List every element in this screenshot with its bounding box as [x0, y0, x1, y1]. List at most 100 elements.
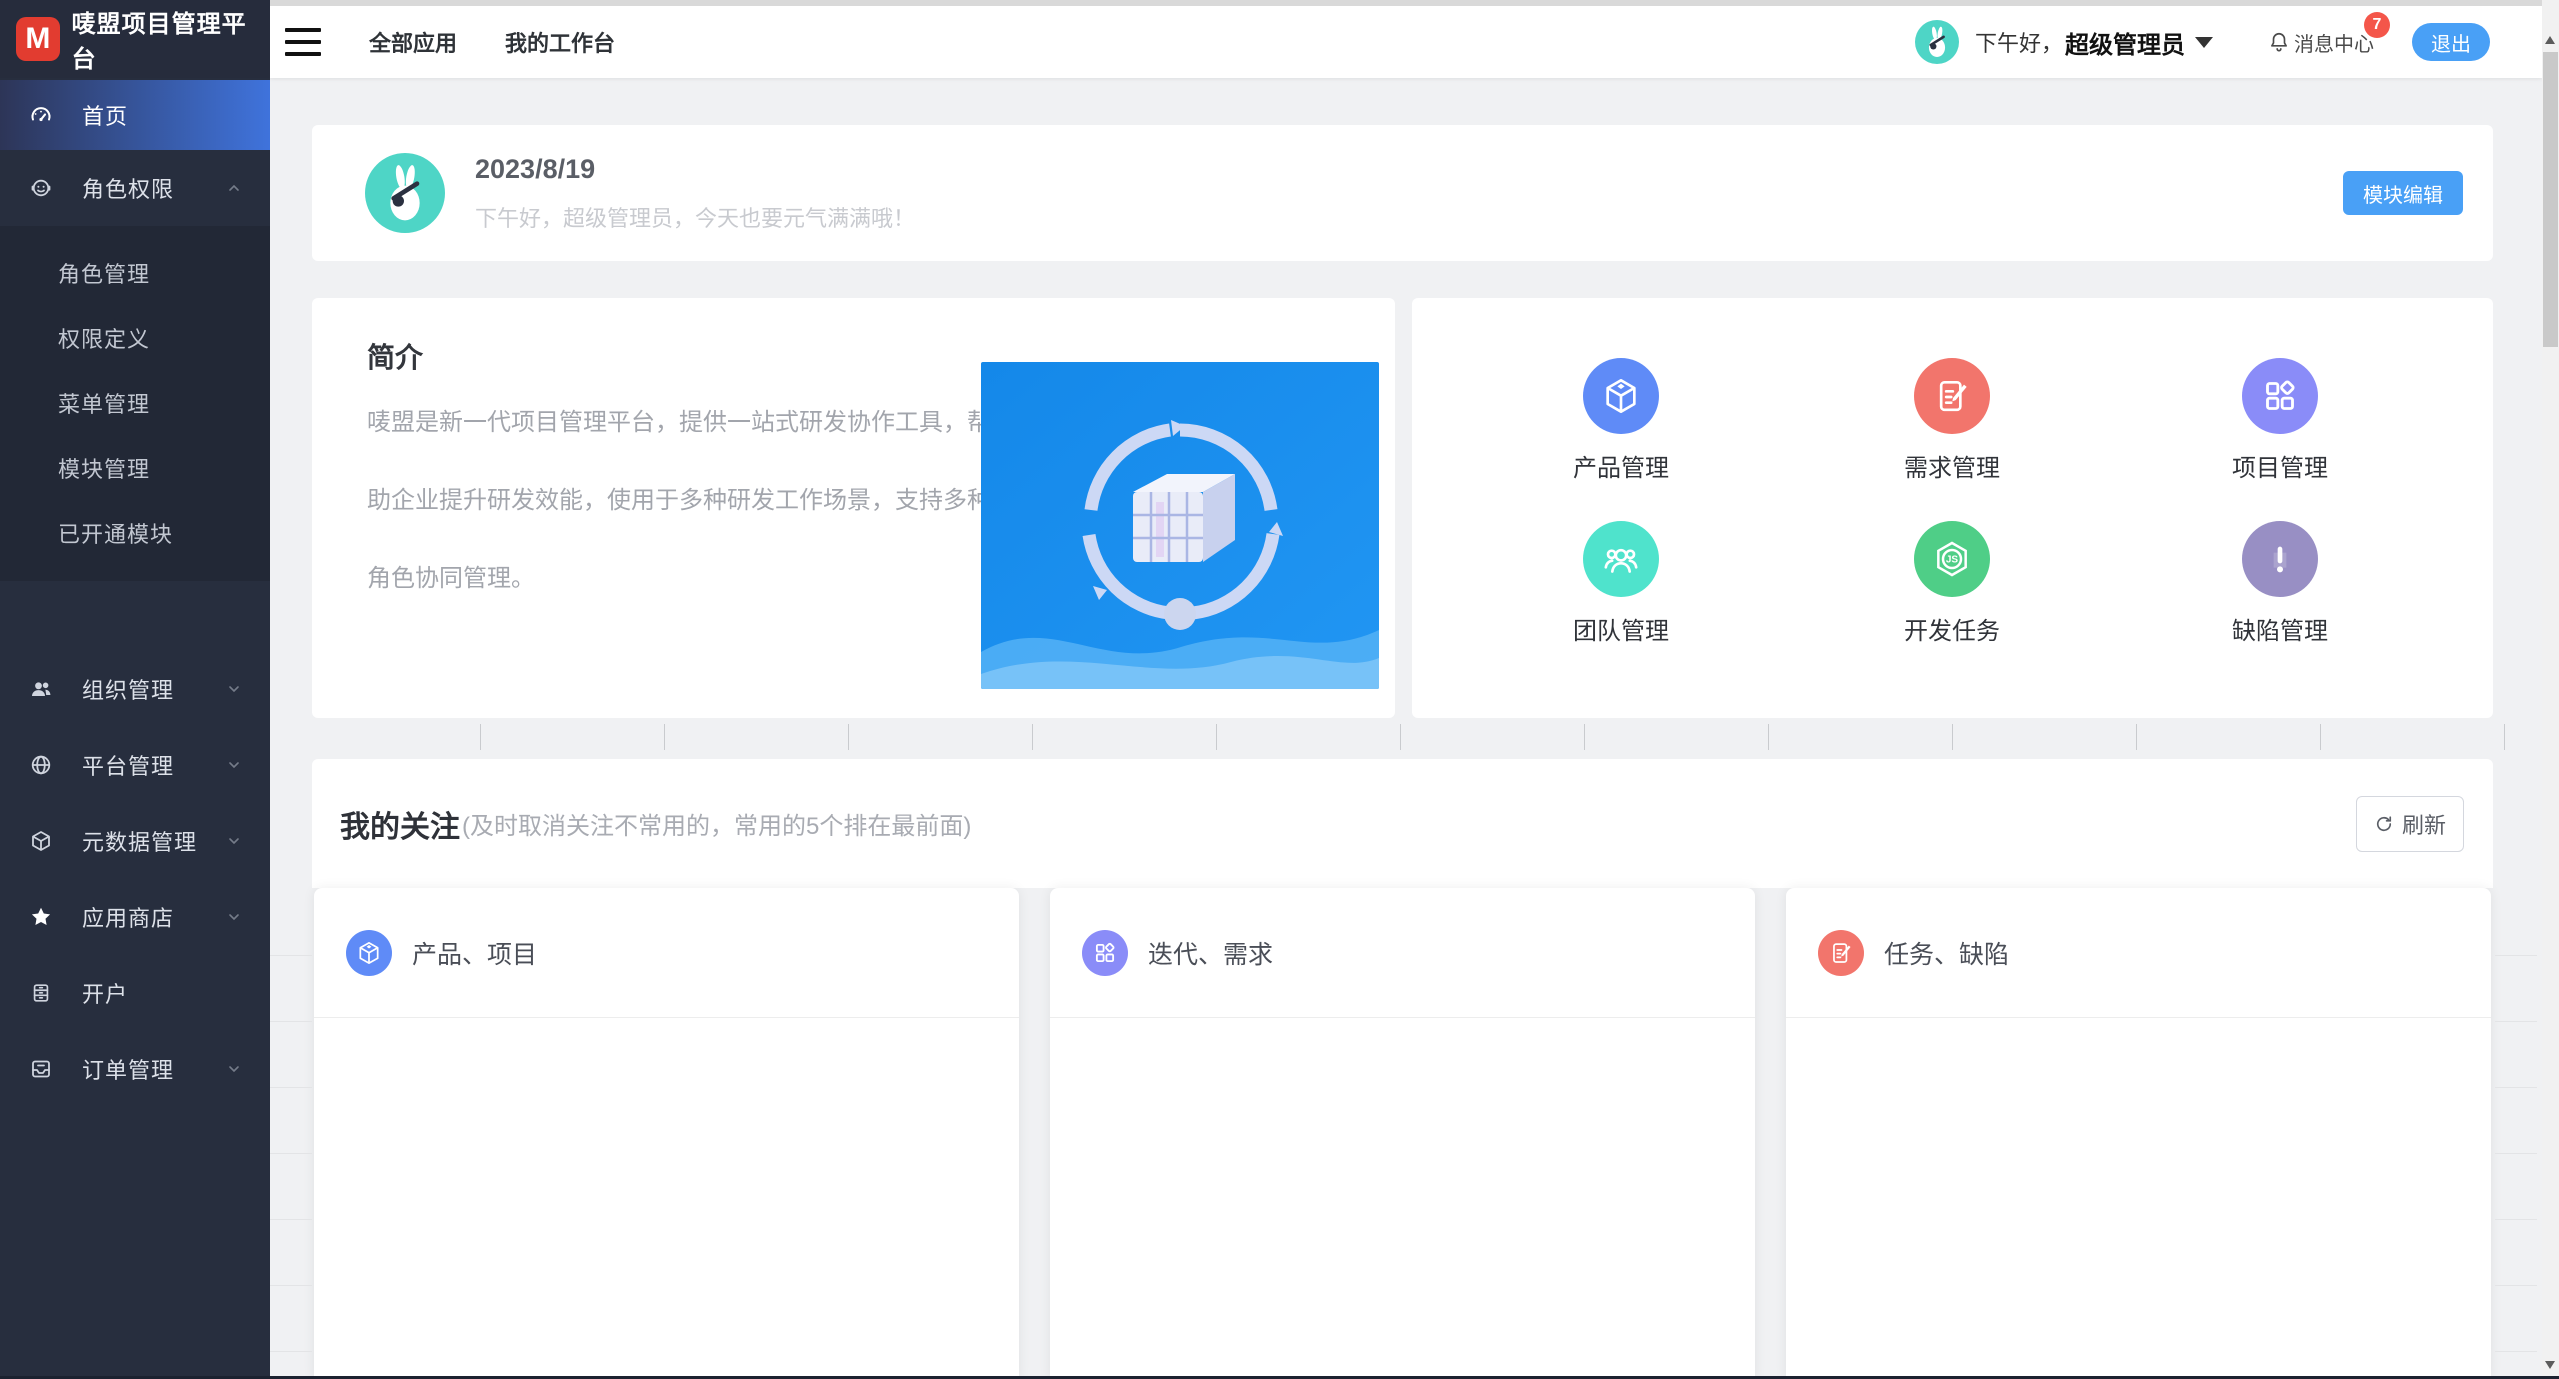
refresh-button[interactable]: 刷新 [2356, 796, 2464, 852]
module-label: 团队管理 [1573, 611, 1669, 646]
sidebar-subitem-module-management[interactable]: 模块管理 [0, 435, 270, 500]
sidebar-item-label: 元数据管理 [82, 825, 197, 857]
brand-title: 唛盟项目管理平台 [72, 4, 270, 74]
sidebar-item-account-opening[interactable]: 开户 [0, 955, 270, 1031]
intro-illustration [981, 362, 1379, 689]
sidebar-subitem-label: 已开通模块 [58, 517, 173, 549]
module-label: 项目管理 [2232, 448, 2328, 483]
follow-card-header: 产品、项目 [314, 888, 1019, 1018]
welcome-card: 2023/8/19 下午好，超级管理员，今天也要元气满满哦！ 模块编辑 [312, 125, 2493, 261]
module-product-management[interactable]: 产品管理 [1521, 358, 1721, 483]
chevron-down-icon [226, 1061, 242, 1077]
username: 超级管理员 [2065, 25, 2185, 60]
user-avatar[interactable] [1915, 20, 1959, 64]
caret-down-icon [2195, 37, 2213, 48]
team-icon [1583, 521, 1659, 597]
sidebar-item-label: 角色权限 [82, 172, 174, 204]
follow-card-title: 产品、项目 [412, 935, 537, 971]
modules-card: 产品管理 需求管理 [1412, 298, 2493, 718]
refresh-icon [2374, 814, 2394, 834]
components-icon [1082, 930, 1128, 976]
welcome-message: 下午好，超级管理员，今天也要元气满满哦！ [475, 201, 915, 233]
grid-row-guides-right [2495, 890, 2537, 1368]
module-label: 开发任务 [1904, 611, 2000, 646]
brand-logo: M [16, 17, 60, 61]
globe-icon [28, 752, 54, 778]
sidebar-subitem-menu-management[interactable]: 菜单管理 [0, 370, 270, 435]
message-badge: 7 [2364, 12, 2390, 38]
chevron-down-icon [226, 757, 242, 773]
tab-all-apps[interactable]: 全部应用 [369, 26, 457, 58]
cube-icon [346, 930, 392, 976]
star-icon [28, 904, 54, 930]
sidebar-item-label: 订单管理 [82, 1053, 174, 1085]
robot-face-icon [28, 175, 54, 201]
intro-card: 简介 唛盟是新一代项目管理平台，提供一站式研发协作工具，帮助企业提升研发效能，使… [312, 298, 1395, 718]
sidebar-item-label: 应用商店 [82, 901, 174, 933]
follow-card-title: 迭代、需求 [1148, 935, 1273, 971]
intro-title: 简介 [367, 336, 423, 376]
bell-icon [2268, 31, 2290, 53]
module-requirement-management[interactable]: 需求管理 [1852, 358, 2052, 483]
scrollbar-thumb[interactable] [2543, 52, 2558, 347]
brand-logo-letter: M [25, 22, 50, 56]
sidebar-subitem-role-management[interactable]: 角色管理 [0, 240, 270, 305]
sidebar-subitem-opened-modules[interactable]: 已开通模块 [0, 500, 270, 565]
module-project-management[interactable]: 项目管理 [2180, 358, 2380, 483]
sidebar-submenu-roles: 角色管理 权限定义 菜单管理 模块管理 已开通模块 [0, 226, 270, 581]
svg-text:JS: JS [1946, 555, 1959, 566]
scrollbar-down-arrow-icon[interactable] [2545, 1361, 2555, 1369]
follow-card-header: 迭代、需求 [1050, 888, 1755, 1018]
chevron-down-icon [226, 909, 242, 925]
people-icon [28, 676, 54, 702]
message-center[interactable]: 消息中心 7 [2268, 28, 2374, 57]
main-content: 2023/8/19 下午好，超级管理员，今天也要元气满满哦！ 模块编辑 简介 唛… [270, 78, 2537, 1379]
chevron-up-icon [226, 180, 242, 196]
module-defect-management[interactable]: 缺陷管理 [2180, 521, 2380, 646]
hamburger-menu-icon[interactable] [285, 28, 321, 56]
sidebar-item-home[interactable]: 首页 [0, 80, 270, 150]
sidebar-item-metadata[interactable]: 元数据管理 [0, 803, 270, 879]
exclamation-icon [2242, 521, 2318, 597]
sidebar-item-appstore[interactable]: 应用商店 [0, 879, 270, 955]
sidebar-item-label: 开户 [82, 977, 128, 1009]
inbox-tray-icon [28, 1056, 54, 1082]
dashboard-icon [28, 102, 54, 128]
intro-paragraph: 唛盟是新一代项目管理平台，提供一站式研发协作工具，帮助企业提升研发效能，使用于多… [367, 384, 1007, 618]
module-dev-tasks[interactable]: JS 开发任务 [1852, 521, 2052, 646]
follow-card-title: 任务、缺陷 [1884, 935, 2009, 971]
tab-my-workbench[interactable]: 我的工作台 [505, 26, 615, 58]
brand-header: M 唛盟项目管理平台 [0, 0, 270, 78]
cube-icon [1583, 358, 1659, 434]
sidebar-item-platform[interactable]: 平台管理 [0, 727, 270, 803]
chevron-down-icon [226, 833, 242, 849]
document-pencil-icon [1914, 358, 1990, 434]
greeting-prefix: 下午好， [1975, 26, 2063, 58]
sidebar-item-label: 首页 [82, 99, 128, 131]
scrollbar-up-arrow-icon[interactable] [2545, 36, 2555, 44]
follow-section-header: 我的关注 (及时取消关注不常用的，常用的5个排在最前面) 刷新 [312, 759, 2493, 888]
sidebar-spacer [0, 581, 270, 651]
topbar: 全部应用 我的工作台 下午好，超级管理员 [270, 0, 2542, 78]
refresh-label: 刷新 [2402, 808, 2446, 840]
vertical-scrollbar[interactable] [2542, 0, 2559, 1379]
grid-row-guides-left [270, 890, 312, 1368]
app-window: M 唛盟项目管理平台 首页 [0, 0, 2559, 1379]
message-center-label: 消息中心 [2294, 28, 2374, 57]
logout-button[interactable]: 退出 [2412, 23, 2490, 61]
sidebar-item-orders[interactable]: 订单管理 [0, 1031, 270, 1107]
sidebar-subitem-permission-definition[interactable]: 权限定义 [0, 305, 270, 370]
user-greeting[interactable]: 下午好，超级管理员 [1975, 25, 2213, 60]
topbar-right-cluster: 下午好，超级管理员 消息中心 7 退出 [1915, 20, 2542, 64]
welcome-texts: 2023/8/19 下午好，超级管理员，今天也要元气满满哦！ [475, 154, 915, 233]
document-pencil-icon [1818, 930, 1864, 976]
sidebar-item-roles[interactable]: 角色权限 [0, 150, 270, 226]
sidebar-item-organization[interactable]: 组织管理 [0, 651, 270, 727]
module-label: 缺陷管理 [2232, 611, 2328, 646]
module-team-management[interactable]: 团队管理 [1521, 521, 1721, 646]
follow-card-tasks-defects: 任务、缺陷 [1786, 888, 2491, 1379]
sidebar-subitem-label: 权限定义 [58, 322, 150, 354]
follow-card-header: 任务、缺陷 [1786, 888, 2491, 1018]
grid-tick-guides [480, 724, 2532, 750]
module-edit-button[interactable]: 模块编辑 [2343, 171, 2463, 215]
